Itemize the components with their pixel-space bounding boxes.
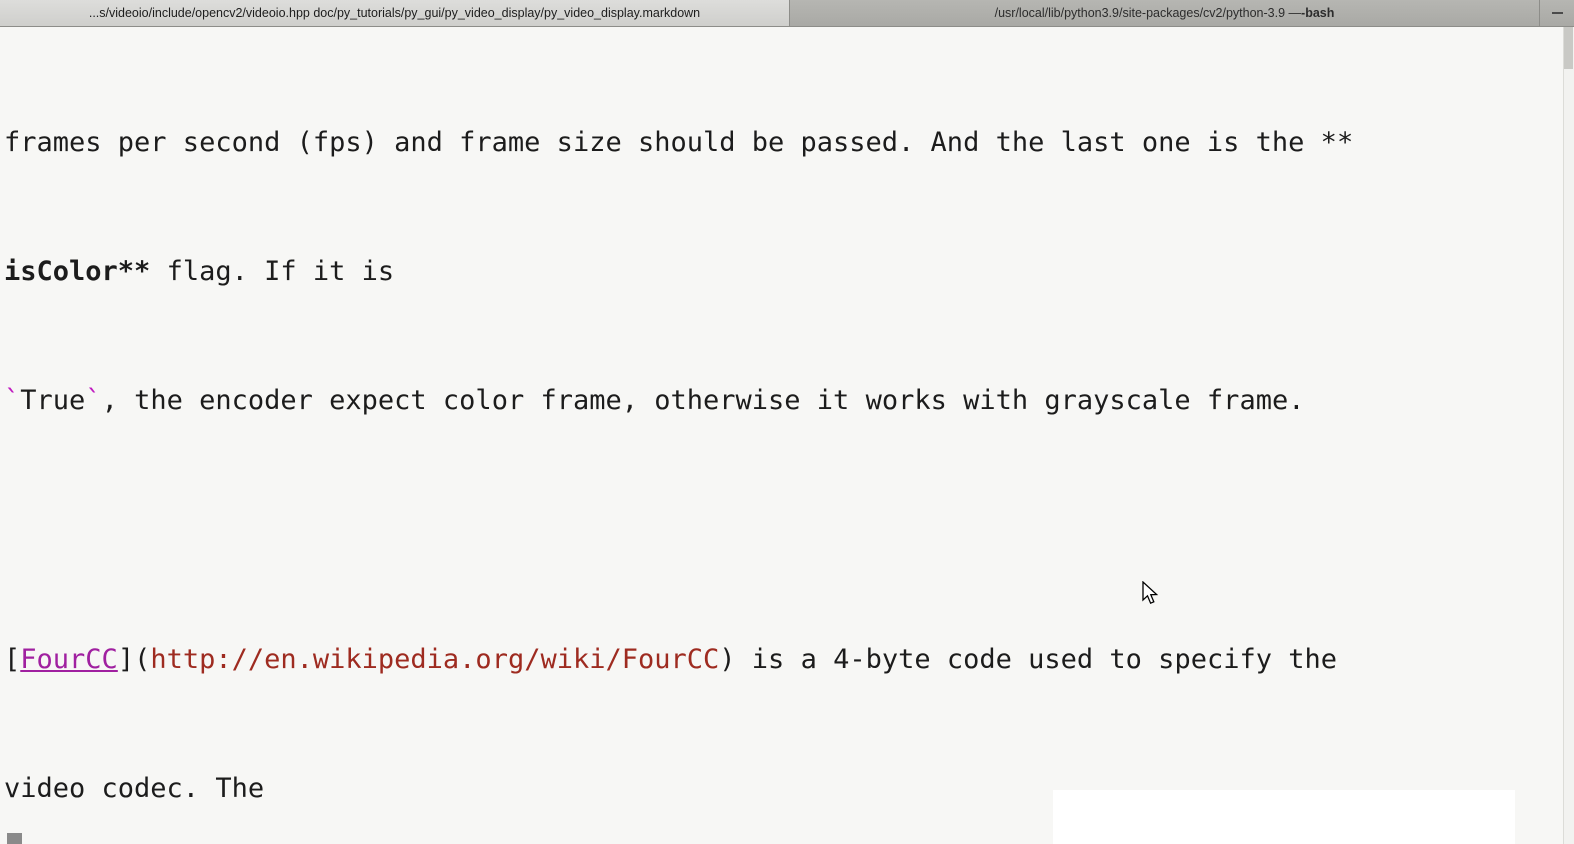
terminal-text: frames per second (fps) and frame size s… (0, 27, 1369, 844)
scrollbar[interactable] (1563, 27, 1574, 844)
terminal-window: ...s/videoio/include/opencv2/videoio.hpp… (0, 0, 1574, 844)
minimize-button[interactable] (1540, 0, 1574, 26)
paren-close: ) (719, 643, 736, 675)
tab-bash-label-prefix: /usr/local/lib/python3.9/site-packages/c… (994, 6, 1302, 20)
tab-bash-label-shell: -bash (1301, 6, 1335, 20)
terminal-line-4-blank (4, 514, 1369, 546)
tab-markdown-label: ...s/videoio/include/opencv2/videoio.hpp… (88, 6, 701, 20)
terminal-line-2: isColor** flag. If it is (4, 256, 1369, 288)
scrollbar-thumb[interactable] (1564, 27, 1573, 69)
backtick-open: ` (4, 385, 21, 417)
tab-bash[interactable]: /usr/local/lib/python3.9/site-packages/c… (790, 0, 1540, 26)
line-1-text: frames per second (fps) and frame size s… (4, 126, 1354, 158)
terminal-line-3: `True`, the encoder expect color frame, … (4, 385, 1369, 417)
terminal-body[interactable]: frames per second (fps) and frame size s… (0, 27, 1574, 844)
line-2-text: flag. If it is (150, 256, 395, 288)
terminal-line-5: [FourCC](http://en.wikipedia.org/wiki/Fo… (4, 644, 1369, 676)
overlay-panel (1053, 790, 1515, 844)
bracket-open: [ (4, 643, 21, 675)
line-5-text: is a 4-byte code used to specify the (735, 643, 1337, 675)
minus-icon (1551, 12, 1563, 14)
url-wikipedia-fourcc[interactable]: http://en.wikipedia.org/wiki/FourCC (150, 644, 719, 675)
line-6-text: video codec. The (4, 772, 265, 804)
bracket-close-paren-open: ]( (117, 643, 151, 675)
terminal-line-1: frames per second (fps) and frame size s… (4, 127, 1369, 159)
line-2-bold: isColor** (4, 256, 151, 288)
backtick-close: ` (85, 385, 102, 417)
tab-bar: ...s/videoio/include/opencv2/videoio.hpp… (0, 0, 1574, 27)
link-fourcc[interactable]: FourCC (20, 644, 118, 675)
text-cursor (7, 833, 22, 844)
line-3-code: True (20, 385, 86, 417)
tab-markdown[interactable]: ...s/videoio/include/opencv2/videoio.hpp… (0, 0, 790, 26)
line-3-text: , the encoder expect color frame, otherw… (101, 385, 1305, 417)
